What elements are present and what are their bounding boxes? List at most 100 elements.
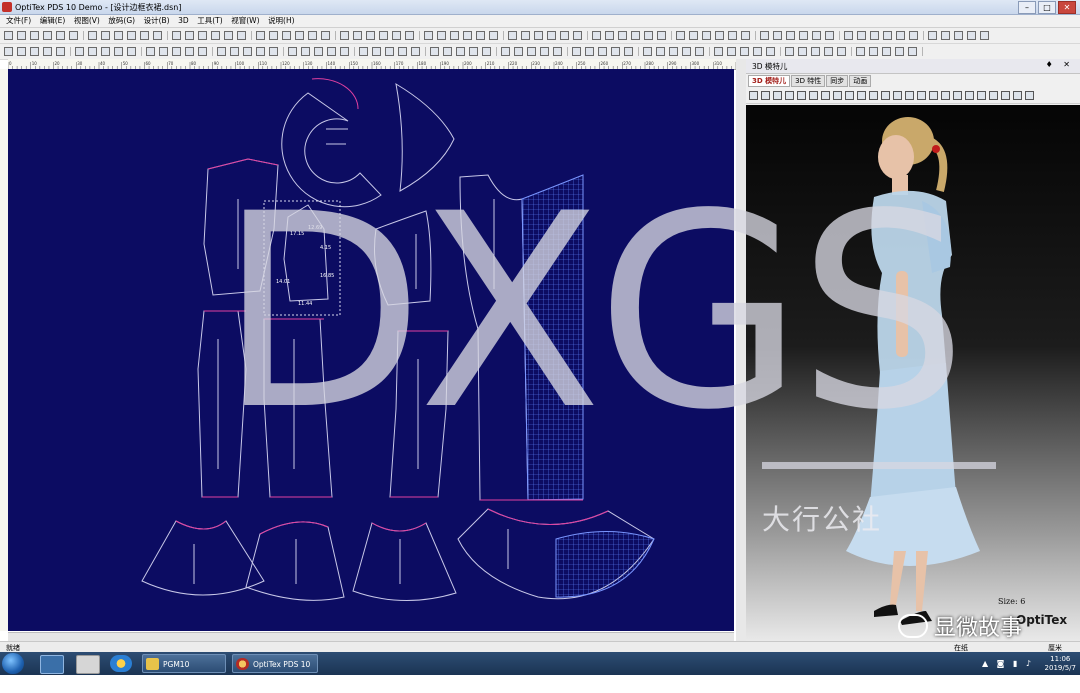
ptb-tool-icon[interactable]: [989, 91, 998, 100]
tb2-tool-icon[interactable]: [159, 47, 168, 56]
tb2-tool-icon[interactable]: [443, 47, 452, 56]
tb2-tool-icon[interactable]: [856, 47, 865, 56]
tb1-tool-icon[interactable]: [702, 31, 711, 40]
tb2-tool-icon[interactable]: [501, 47, 510, 56]
tb1-tool-icon[interactable]: [728, 31, 737, 40]
minimize-button[interactable]: –: [1018, 1, 1036, 14]
taskbar-button-pgm10[interactable]: PGM10: [142, 654, 226, 673]
start-button[interactable]: [2, 653, 24, 674]
tb2-tool-icon[interactable]: [172, 47, 181, 56]
ptb-tool-icon[interactable]: [773, 91, 782, 100]
tb1-tool-icon[interactable]: [405, 31, 414, 40]
tb1-tool-icon[interactable]: [476, 31, 485, 40]
tb1-tool-icon[interactable]: [844, 31, 853, 40]
tb2-tool-icon[interactable]: [30, 47, 39, 56]
tb1-tool-icon[interactable]: [631, 31, 640, 40]
tb1-tool-icon[interactable]: [101, 31, 110, 40]
tb1-tool-icon[interactable]: [618, 31, 627, 40]
tb2-tool-icon[interactable]: [837, 47, 846, 56]
tb1-tool-icon[interactable]: [437, 31, 446, 40]
tb1-tool-icon[interactable]: [980, 31, 989, 40]
tb1-tool-icon[interactable]: [870, 31, 879, 40]
tb2-tool-icon[interactable]: [598, 47, 607, 56]
menu-window[interactable]: 视窗(W): [231, 15, 259, 27]
tb2-tool-icon[interactable]: [895, 47, 904, 56]
tb2-tool-icon[interactable]: [217, 47, 226, 56]
menu-edit[interactable]: 编辑(E): [40, 15, 66, 27]
tb1-tool-icon[interactable]: [450, 31, 459, 40]
tb2-tool-icon[interactable]: [88, 47, 97, 56]
tb2-tool-icon[interactable]: [327, 47, 336, 56]
tb1-tool-icon[interactable]: [967, 31, 976, 40]
tb1-tool-icon[interactable]: [237, 31, 246, 40]
tb2-tool-icon[interactable]: [359, 47, 368, 56]
tb2-tool-icon[interactable]: [585, 47, 594, 56]
tb2-tool-icon[interactable]: [469, 47, 478, 56]
tb1-tool-icon[interactable]: [928, 31, 937, 40]
clock[interactable]: 11:06 2019/5/7: [1045, 655, 1076, 673]
tb1-tool-icon[interactable]: [657, 31, 666, 40]
explorer-icon[interactable]: [76, 655, 100, 674]
menu-view[interactable]: 视图(V): [74, 15, 100, 27]
menu-grade[interactable]: 放码(G): [108, 15, 135, 27]
tb1-tool-icon[interactable]: [463, 31, 472, 40]
ptb-tool-icon[interactable]: [929, 91, 938, 100]
tb1-tool-icon[interactable]: [592, 31, 601, 40]
tb2-tool-icon[interactable]: [114, 47, 123, 56]
tb1-tool-icon[interactable]: [676, 31, 685, 40]
tb2-tool-icon[interactable]: [385, 47, 394, 56]
tb2-tool-icon[interactable]: [611, 47, 620, 56]
tb1-tool-icon[interactable]: [605, 31, 614, 40]
tb2-tool-icon[interactable]: [714, 47, 723, 56]
tb1-tool-icon[interactable]: [140, 31, 149, 40]
tb1-tool-icon[interactable]: [786, 31, 795, 40]
tb1-tool-icon[interactable]: [198, 31, 207, 40]
tb2-tool-icon[interactable]: [314, 47, 323, 56]
tb1-tool-icon[interactable]: [941, 31, 950, 40]
menu-design[interactable]: 设计(B): [144, 15, 170, 27]
tab-3d-model[interactable]: 3D 模特儿: [748, 75, 791, 87]
ptb-tool-icon[interactable]: [869, 91, 878, 100]
pattern-canvas[interactable]: 12.69 17.15 4.15 16.85 14.01 11.44: [8, 69, 734, 631]
tb1-tool-icon[interactable]: [43, 31, 52, 40]
tb2-tool-icon[interactable]: [185, 47, 194, 56]
tb2-tool-icon[interactable]: [811, 47, 820, 56]
desktop-icon[interactable]: [40, 655, 64, 674]
tb1-tool-icon[interactable]: [88, 31, 97, 40]
tb2-tool-icon[interactable]: [695, 47, 704, 56]
tb2-tool-icon[interactable]: [17, 47, 26, 56]
menu-3d[interactable]: 3D: [178, 15, 189, 27]
menu-tools[interactable]: 工具(T): [197, 15, 222, 27]
tb2-tool-icon[interactable]: [553, 47, 562, 56]
tb1-tool-icon[interactable]: [560, 31, 569, 40]
tb2-tool-icon[interactable]: [398, 47, 407, 56]
tb2-tool-icon[interactable]: [101, 47, 110, 56]
ptb-tool-icon[interactable]: [965, 91, 974, 100]
menu-file[interactable]: 文件(F): [6, 15, 31, 27]
ptb-tool-icon[interactable]: [809, 91, 818, 100]
tb1-tool-icon[interactable]: [547, 31, 556, 40]
tb2-tool-icon[interactable]: [256, 47, 265, 56]
tb1-tool-icon[interactable]: [857, 31, 866, 40]
tb1-tool-icon[interactable]: [534, 31, 543, 40]
tb2-tool-icon[interactable]: [411, 47, 420, 56]
ptb-tool-icon[interactable]: [881, 91, 890, 100]
tb1-tool-icon[interactable]: [896, 31, 905, 40]
tb2-tool-icon[interactable]: [798, 47, 807, 56]
ptb-tool-icon[interactable]: [941, 91, 950, 100]
tb1-tool-icon[interactable]: [185, 31, 194, 40]
tb2-tool-icon[interactable]: [785, 47, 794, 56]
system-tray-icons[interactable]: ▲ ◙ ▮ ♪: [982, 659, 1034, 668]
tb1-tool-icon[interactable]: [489, 31, 498, 40]
taskbar-button-optitex[interactable]: OptiTex PDS 10 ...: [232, 654, 318, 688]
tb2-tool-icon[interactable]: [572, 47, 581, 56]
tb2-tool-icon[interactable]: [75, 47, 84, 56]
tb2-tool-icon[interactable]: [824, 47, 833, 56]
tb1-tool-icon[interactable]: [644, 31, 653, 40]
tb2-tool-icon[interactable]: [430, 47, 439, 56]
tb2-tool-icon[interactable]: [540, 47, 549, 56]
tb2-tool-icon[interactable]: [669, 47, 678, 56]
tb1-tool-icon[interactable]: [573, 31, 582, 40]
tb1-tool-icon[interactable]: [282, 31, 291, 40]
tb2-tool-icon[interactable]: [740, 47, 749, 56]
